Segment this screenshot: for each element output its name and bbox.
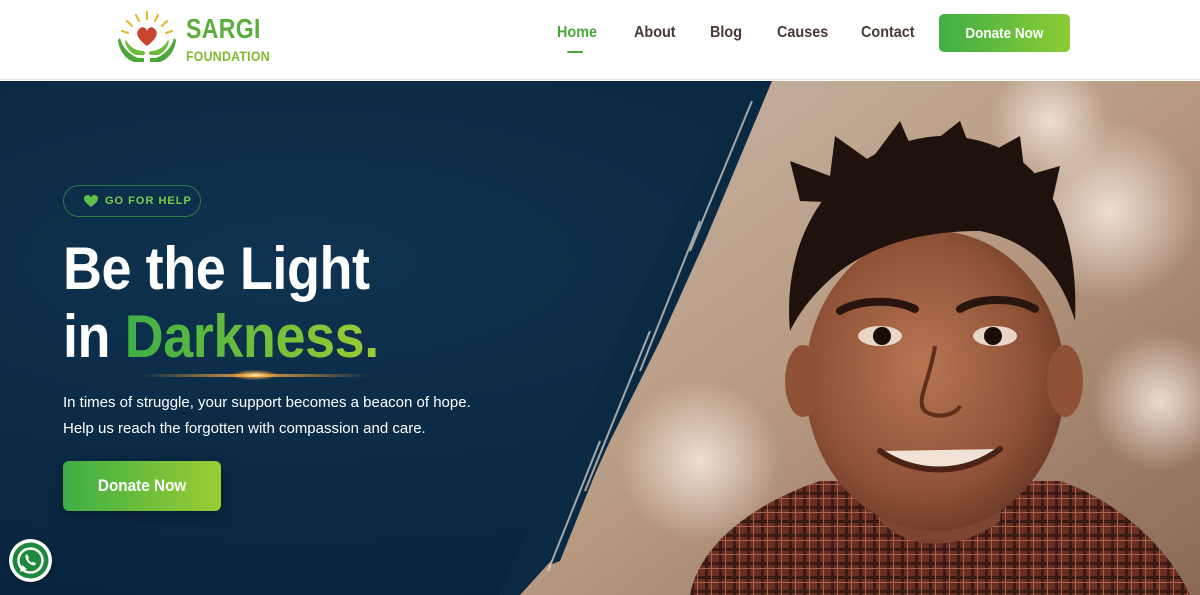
hero-subtext: In times of struggle, your support becom… <box>63 390 523 442</box>
hero-subtext-line-1: In times of struggle, your support becom… <box>63 394 471 411</box>
headline-accent: Darkness. <box>124 303 380 370</box>
nav-item-causes[interactable]: Causes <box>777 24 828 44</box>
site-header: SARGI FOUNDATION Home About Blog Causes … <box>0 0 1200 80</box>
hero-subtext-line-2: Help us reach the forgotten with compass… <box>63 420 426 437</box>
header-donate-label: Donate Now <box>965 24 1044 42</box>
headline-line-2: in Darkness. <box>63 303 379 371</box>
whatsapp-button[interactable] <box>9 539 52 582</box>
hero-headline: Be the Light in Darkness. <box>63 235 379 371</box>
nav-item-home[interactable]: Home <box>557 24 597 44</box>
nav-item-blog[interactable]: Blog <box>710 24 742 44</box>
decorative-glow-dot <box>232 370 278 380</box>
nav-active-indicator <box>567 51 583 53</box>
header-donate-button[interactable]: Donate Now <box>939 14 1070 52</box>
hero-donate-label: Donate Now <box>97 476 187 495</box>
nav-item-about[interactable]: About <box>634 24 676 44</box>
hero-section: GO FOR HELP Be the Light in Darkness. In… <box>0 81 1200 595</box>
whatsapp-icon <box>12 542 49 579</box>
heart-icon <box>84 195 98 207</box>
logo-subtitle: FOUNDATION <box>186 48 270 64</box>
go-for-help-badge: GO FOR HELP <box>63 185 201 217</box>
logo-name: SARGI <box>186 13 261 44</box>
logo-hands-heart-icon <box>118 11 176 62</box>
nav-item-contact[interactable]: Contact <box>861 24 915 44</box>
headline-line-1: Be the Light <box>63 235 370 302</box>
logo[interactable]: SARGI FOUNDATION <box>116 8 276 70</box>
headline-prefix: in <box>63 303 125 370</box>
badge-label: GO FOR HELP <box>105 195 192 207</box>
hero-donate-button[interactable]: Donate Now <box>63 461 221 511</box>
